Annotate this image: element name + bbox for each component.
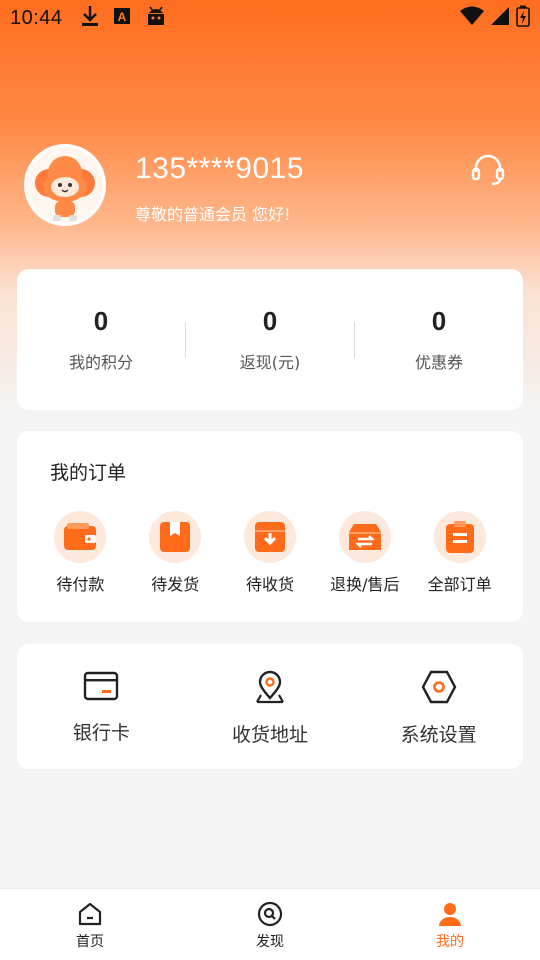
tool-system-settings[interactable]: 系统设置 xyxy=(354,644,523,769)
stat-value: 0 xyxy=(431,306,447,336)
bank-card-icon xyxy=(84,671,119,701)
headset-icon xyxy=(471,154,505,186)
stat-coupons[interactable]: 0 优惠券 xyxy=(355,306,523,373)
orders-title: 我的订单 xyxy=(50,462,127,484)
tool-shipping-address[interactable]: 收货地址 xyxy=(186,644,355,769)
android-icon xyxy=(145,5,167,31)
wallet-icon xyxy=(54,511,107,563)
status-icons-left: A xyxy=(81,5,167,31)
order-label: 退换/售后 xyxy=(330,575,400,594)
order-label: 待收货 xyxy=(245,575,294,594)
stat-value: 0 xyxy=(93,306,109,336)
order-to-receive[interactable]: 待收货 xyxy=(223,511,318,595)
stat-label: 优惠券 xyxy=(414,353,463,372)
stat-label: 返现(元) xyxy=(239,353,301,372)
order-label: 待发货 xyxy=(151,575,200,594)
clipboard-icon xyxy=(433,511,486,563)
battery-charging-icon xyxy=(516,5,530,31)
order-status-row: 待付款 待发货 待收货 退换/售后 全部订单 xyxy=(33,511,507,595)
order-label: 全部订单 xyxy=(427,575,492,594)
download-icon xyxy=(81,5,99,31)
order-to-ship[interactable]: 待发货 xyxy=(128,511,223,595)
location-pin-icon xyxy=(256,670,284,704)
nav-label: 发现 xyxy=(256,934,284,950)
order-all[interactable]: 全部订单 xyxy=(412,511,507,595)
tool-label: 银行卡 xyxy=(72,722,130,744)
svg-text:A: A xyxy=(117,10,126,24)
bottom-nav: 首页 发现 我的 xyxy=(0,888,540,960)
nav-label: 首页 xyxy=(76,934,104,950)
settings-hex-icon xyxy=(421,670,457,704)
signal-icon xyxy=(490,6,510,30)
member-greeting: 尊敬的普通会员 您好! xyxy=(135,205,291,224)
nav-profile[interactable]: 我的 xyxy=(360,889,540,960)
status-time: 10:44 xyxy=(10,6,63,29)
order-label: 待付款 xyxy=(56,575,105,594)
stat-value: 0 xyxy=(262,306,278,336)
support-button[interactable] xyxy=(470,152,506,188)
order-after-sales[interactable]: 退换/售后 xyxy=(317,511,412,595)
nav-discover[interactable]: 发现 xyxy=(180,889,360,960)
tool-label: 收货地址 xyxy=(232,724,309,746)
cloud-mascot-avatar xyxy=(27,147,103,223)
exchange-icon xyxy=(338,511,391,563)
nav-home[interactable]: 首页 xyxy=(0,889,180,960)
tool-label: 系统设置 xyxy=(400,724,477,746)
tools-card: 银行卡 收货地址 系统设置 xyxy=(17,644,523,769)
stats-card: 0 我的积分 0 返现(元) 0 优惠券 xyxy=(17,269,523,410)
discover-icon xyxy=(257,901,283,927)
keyboard-a-icon: A xyxy=(113,7,131,29)
nav-label: 我的 xyxy=(436,934,464,950)
home-icon xyxy=(78,902,102,926)
status-icons-right xyxy=(460,5,530,31)
stat-points[interactable]: 0 我的积分 xyxy=(17,306,185,373)
user-phone: 135****9015 xyxy=(135,152,304,185)
stat-cashback[interactable]: 0 返现(元) xyxy=(186,306,354,373)
avatar[interactable] xyxy=(24,144,106,226)
profile-icon xyxy=(439,903,461,926)
order-pending-payment[interactable]: 待付款 xyxy=(33,511,128,595)
stat-label: 我的积分 xyxy=(68,353,133,372)
status-bar: 10:44 A xyxy=(0,0,540,36)
orders-card: 我的订单 待付款 待发货 待收货 退换/售后 全部订单 xyxy=(17,431,523,622)
receive-box-icon xyxy=(243,511,296,563)
wifi-icon xyxy=(460,6,484,30)
package-icon xyxy=(149,511,202,563)
tool-bank-card[interactable]: 银行卡 xyxy=(17,644,186,769)
